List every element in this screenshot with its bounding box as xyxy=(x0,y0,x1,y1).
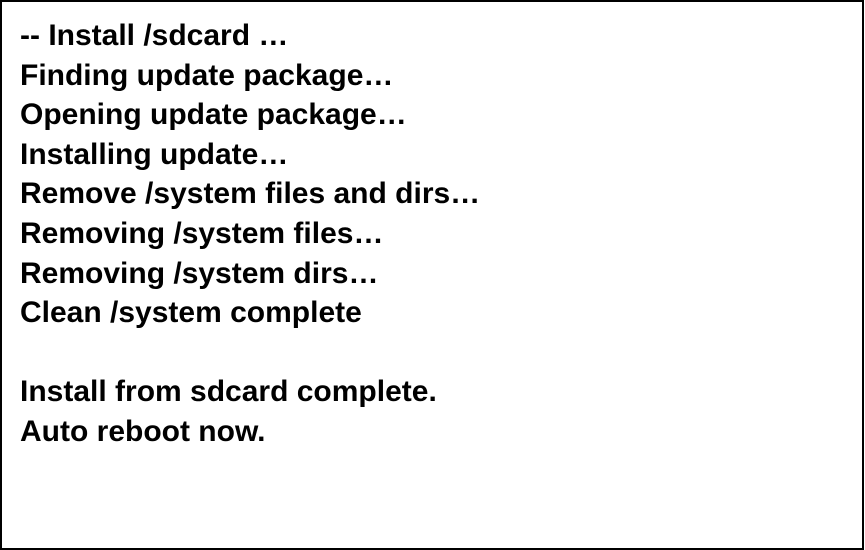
log-line-removing-dirs: Removing /system dirs… xyxy=(20,256,379,290)
log-line-install-complete: Install from sdcard complete. xyxy=(20,375,437,409)
log-line-finding-package: Finding update package… xyxy=(20,58,394,92)
log-line-auto-reboot: Auto reboot now. xyxy=(20,414,266,448)
log-line-blank xyxy=(20,333,480,373)
log-line-install-sdcard: -- Install /sdcard … xyxy=(20,19,289,52)
recovery-log: -- Install /sdcard … Finding update pack… xyxy=(20,16,480,452)
log-line-installing-update: Installing update… xyxy=(20,137,289,171)
log-line-removing-files: Removing /system files… xyxy=(20,216,384,250)
recovery-log-panel: -- Install /sdcard … Finding update pack… xyxy=(0,0,864,550)
log-line-clean-complete: Clean /system complete xyxy=(20,296,362,330)
log-line-remove-system: Remove /system files and dirs… xyxy=(20,177,481,211)
log-line-opening-package: Opening update package… xyxy=(20,98,407,132)
